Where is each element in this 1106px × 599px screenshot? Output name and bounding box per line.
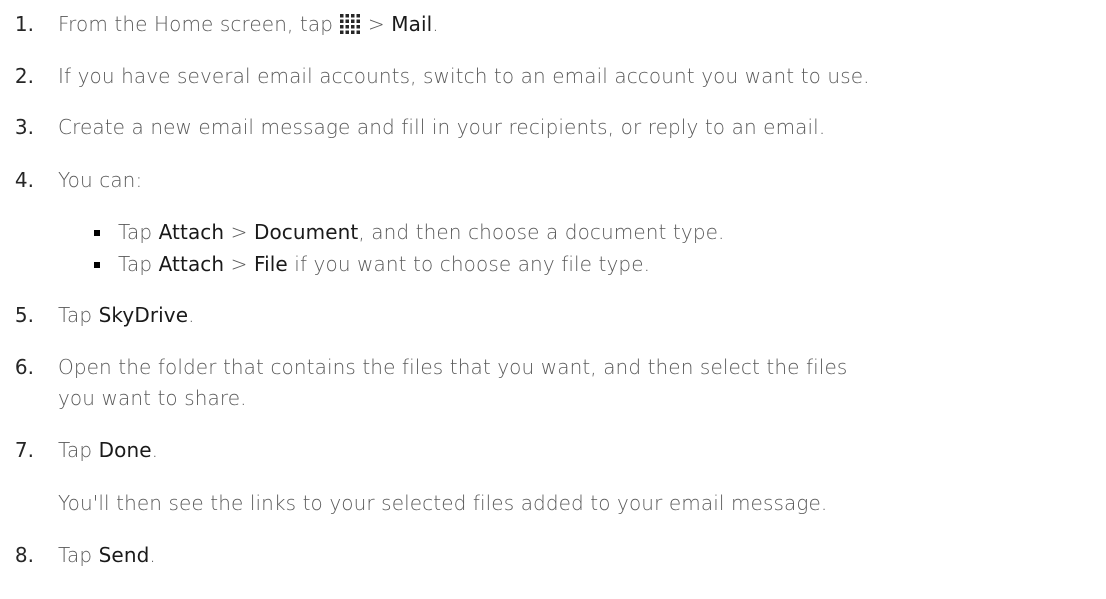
bullet-text-part: if you want to choose any file type. [287,252,651,276]
bullet-text-part: Tap [118,252,159,276]
step-text-part: Tap [58,543,99,567]
step-text: Tap SkyDrive. [58,303,195,327]
step-number: 5. [14,303,34,327]
bullet-text-part: > [224,252,254,276]
document-page: { "steps": [ { "num": "1.", "before": "F… [0,0,1106,599]
ui-term-send: Send [98,543,150,567]
step-text-part: Tap [58,438,99,462]
step-number: 3. [14,115,34,139]
step-text: If you have several email accounts, swit… [58,64,870,88]
step-text-part: From the Home screen, tap [58,12,340,36]
step-text-part: . [149,543,156,567]
step-text-line: you want to share. [58,386,247,410]
step-number: 4. [14,168,34,192]
step-note: You'll then see the links to your select… [58,491,828,515]
bullet-text: Tap Attach > Document, and then choose a… [118,220,724,244]
step-number: 8. [14,543,34,567]
step-number: 1. [14,12,34,36]
apps-grid-icon [340,14,361,34]
step-text-line: Open the folder that contains the files … [58,355,848,379]
step-text: Tap Done. [58,438,158,462]
ui-term-done: Done [98,438,152,462]
ui-term-attach: Attach [158,252,225,276]
step-text-part: > [361,12,392,36]
bullet-text-part: Tap [118,220,159,244]
step-text-part: . [432,12,439,36]
bullet-text-part: > [224,220,254,244]
ui-term-attach: Attach [158,220,225,244]
step-text: From the Home screen, tap > Mail. [58,12,439,36]
ui-term-mail: Mail [391,12,433,36]
step-text: You can: [58,168,143,192]
bullet-text-part: , and then choose a document type. [358,220,725,244]
ui-term-document: Document [253,220,359,244]
step-text-part: . [188,303,195,327]
ui-term-skydrive: SkyDrive [98,303,189,327]
step-text: Tap Send. [58,543,156,567]
step-text-part: . [151,438,159,462]
ui-term-file: File [253,252,288,276]
bullet-text: Tap Attach > File if you want to choose … [118,252,650,276]
step-number: 7. [14,438,34,462]
step-number: 6. [14,355,34,379]
step-number: 2. [14,64,34,88]
step-text-part: Tap [58,303,99,327]
bullet-marker [94,262,100,268]
step-text: Create a new email message and fill in y… [58,115,826,139]
bullet-marker [94,230,100,236]
